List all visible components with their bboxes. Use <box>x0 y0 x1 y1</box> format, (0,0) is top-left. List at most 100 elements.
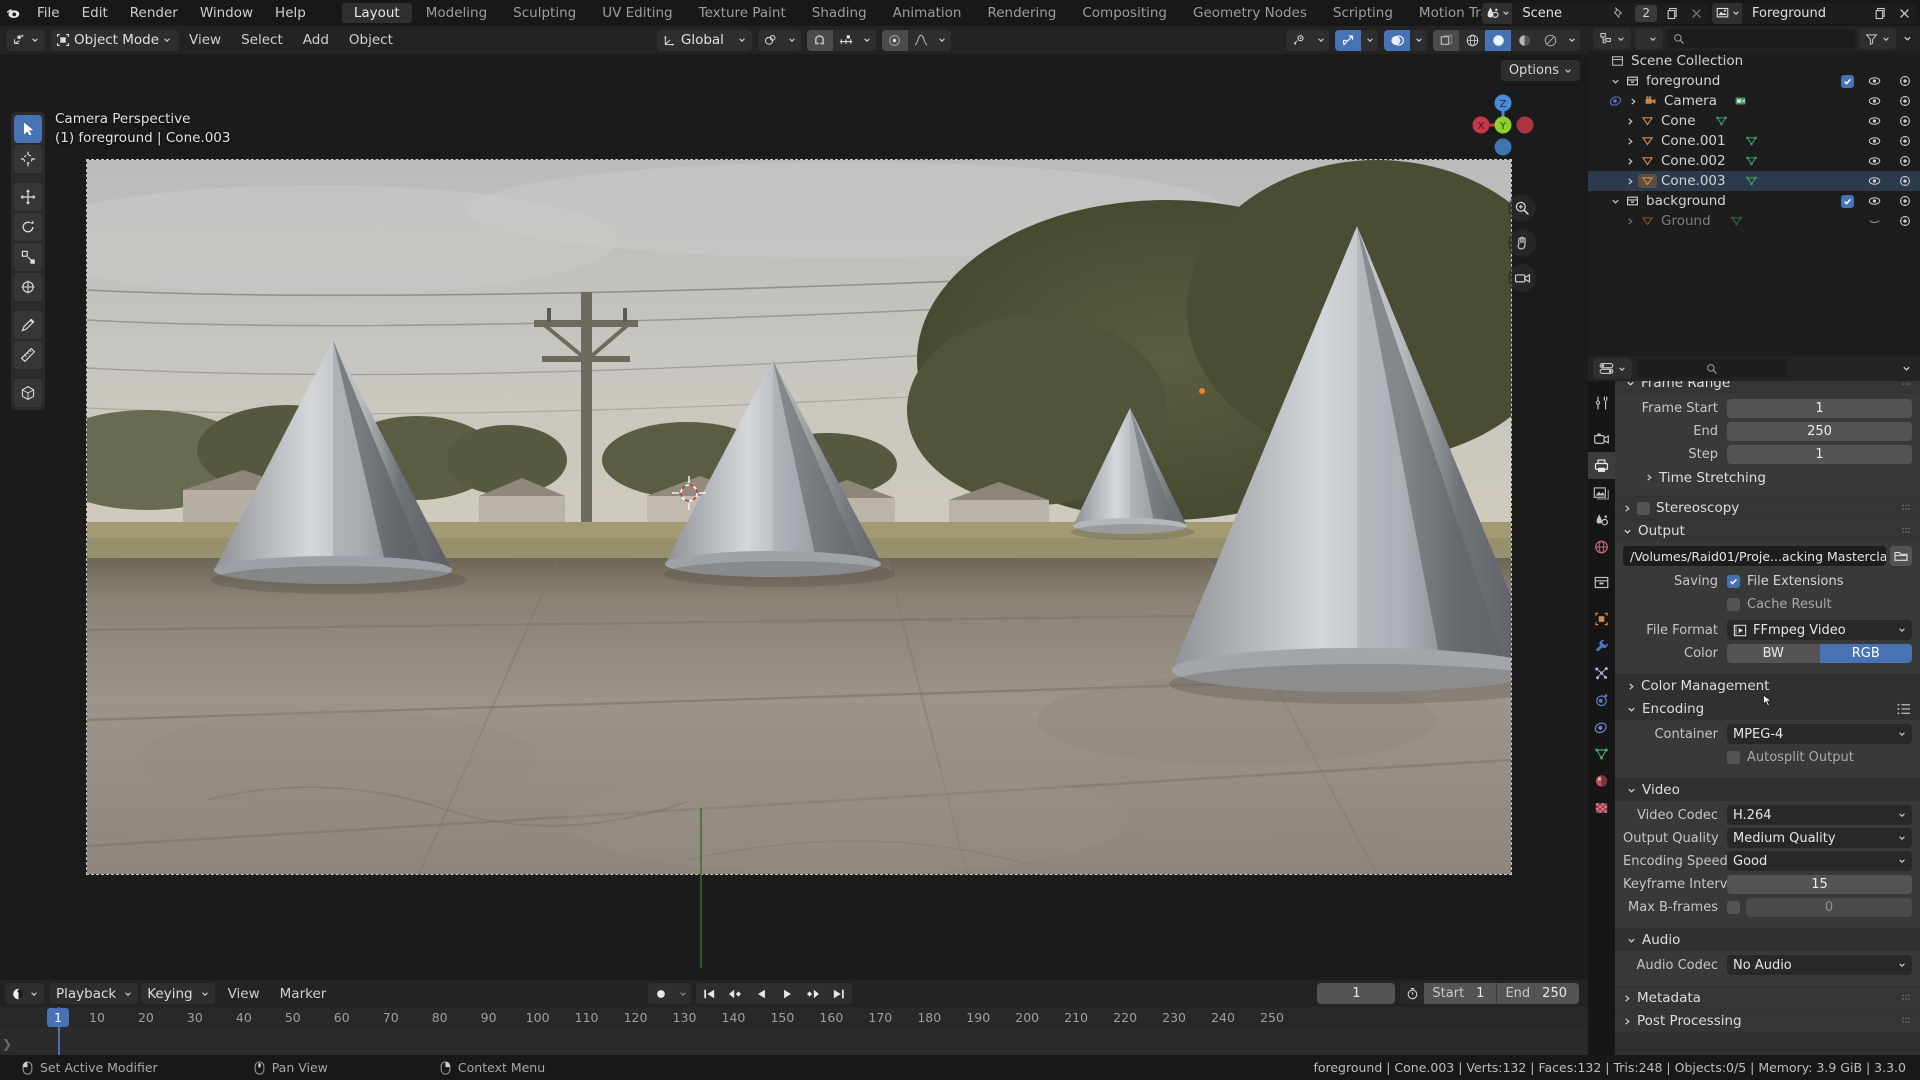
output-path-field[interactable]: /Volumes/Raid01/Proje...acking Mastercla… <box>1623 546 1886 566</box>
timeline-editor-icon[interactable] <box>5 983 44 1004</box>
pivot-point-icon[interactable] <box>757 29 784 51</box>
menu-window[interactable]: Window <box>189 0 264 26</box>
view-layer-delete-button[interactable] <box>1892 2 1916 24</box>
render-visibility-icon[interactable] <box>1895 134 1914 148</box>
render-visibility-icon[interactable] <box>1895 214 1914 228</box>
visibility-eye-icon[interactable] <box>1865 154 1884 168</box>
pan-hand-icon[interactable] <box>1508 229 1536 257</box>
menu-file[interactable]: File <box>26 0 71 26</box>
tool-tab[interactable] <box>1588 389 1615 416</box>
color-mode-segment[interactable]: BW RGB <box>1727 643 1912 663</box>
outliner-row-foreground[interactable]: foreground <box>1588 71 1920 91</box>
pivot-point-selector[interactable] <box>757 29 801 51</box>
solid-shading-icon[interactable] <box>1485 29 1511 51</box>
tab-scripting[interactable]: Scripting <box>1321 3 1405 23</box>
viewport-menu-object[interactable]: Object <box>339 28 403 52</box>
panel-grip-icon[interactable] <box>1902 381 1912 387</box>
viewport-menu-add[interactable]: Add <box>293 28 339 52</box>
outliner-row-cone-001[interactable]: Cone.001 <box>1588 131 1920 151</box>
properties-editor-icon[interactable] <box>1593 358 1632 379</box>
particles-tab[interactable] <box>1588 659 1615 686</box>
video-codec-select[interactable]: H.264 <box>1727 805 1912 825</box>
outliner-search-input[interactable] <box>1667 29 1855 48</box>
viewport-gizmo-group[interactable] <box>1286 29 1329 51</box>
play-reverse-icon[interactable] <box>748 983 775 1004</box>
annotate-tool[interactable] <box>14 311 42 339</box>
wireframe-shading-icon[interactable] <box>1433 29 1459 51</box>
timeline-body[interactable]: 10 20 30 40 50 60 70 80 90 100 110 120 130 140 150 160 1… <box>0 1007 1588 1055</box>
audio-codec-select[interactable]: No Audio <box>1727 955 1912 975</box>
outliner-row-scene-collection[interactable]: Scene Collection <box>1588 51 1920 71</box>
color-bw-option[interactable]: BW <box>1727 643 1820 663</box>
menu-render[interactable]: Render <box>119 0 189 26</box>
render-visibility-icon[interactable] <box>1895 74 1914 88</box>
scene-tab[interactable] <box>1588 506 1615 533</box>
3d-viewport[interactable]: Object Mode View Select Add Object Globa… <box>0 26 1588 980</box>
visibility-eye-icon[interactable] <box>1865 194 1884 208</box>
visibility-eye-icon[interactable] <box>1865 94 1884 108</box>
xray-group[interactable] <box>1384 29 1427 51</box>
use-preview-range-icon[interactable] <box>1400 983 1425 1004</box>
timeline-menu-marker[interactable]: Marker <box>270 982 337 1006</box>
solid-wire-icon[interactable] <box>1459 29 1485 51</box>
frame-end-field[interactable]: 250 <box>1727 421 1912 441</box>
falloff-curve-icon[interactable] <box>907 29 934 51</box>
viewport-options-button[interactable]: Options <box>1500 60 1580 81</box>
panel-grip-icon[interactable] <box>1902 994 1912 1002</box>
falloff-chevron-down-icon[interactable] <box>933 29 951 51</box>
rendered-shading-icon[interactable] <box>1537 29 1563 51</box>
tab-texture-paint[interactable]: Texture Paint <box>687 3 798 23</box>
timeline-editor[interactable]: Playback Keying View Marker 1 Start 1 En… <box>0 980 1588 1055</box>
render-visibility-icon[interactable] <box>1895 194 1914 208</box>
properties-search-input[interactable] <box>1637 359 1787 378</box>
shading-mode-group[interactable] <box>1433 29 1580 51</box>
properties-chevron-down-icon[interactable] <box>1902 364 1915 373</box>
outliner-row-cone-002[interactable]: Cone.002 <box>1588 151 1920 171</box>
jump-next-keyframe-icon[interactable] <box>800 983 827 1004</box>
file-format-select[interactable]: FFmpeg Video <box>1727 620 1912 640</box>
data-tab[interactable] <box>1588 740 1615 767</box>
move-tool[interactable] <box>14 183 42 211</box>
outliner-row-cone[interactable]: Cone <box>1588 111 1920 131</box>
render-tab[interactable] <box>1588 425 1615 452</box>
add-cube-tool[interactable] <box>14 379 42 407</box>
tab-compositing[interactable]: Compositing <box>1070 3 1179 23</box>
autosplit-checkbox[interactable] <box>1727 750 1740 764</box>
max-bframes-checkbox[interactable] <box>1727 900 1740 914</box>
max-bframes-field[interactable]: 0 <box>1746 897 1912 917</box>
properties-body[interactable]: Frame Range Frame Start 1 End 250 Step 1 <box>1615 381 1920 1055</box>
material-preview-icon[interactable] <box>1511 29 1537 51</box>
overlays-chevron-down-icon[interactable] <box>1361 29 1378 51</box>
snap-chevron-down-icon[interactable] <box>858 29 876 51</box>
tab-geometry-nodes[interactable]: Geometry Nodes <box>1181 3 1319 23</box>
view-layer-name[interactable]: Foreground <box>1742 2 1868 24</box>
chevron-down-icon[interactable] <box>1607 197 1623 206</box>
cache-result-checkbox-row[interactable]: Cache Result <box>1727 597 1832 612</box>
tab-rendering[interactable]: Rendering <box>975 3 1068 23</box>
rotate-tool[interactable] <box>14 213 42 241</box>
tab-animation[interactable]: Animation <box>881 3 974 23</box>
jump-prev-keyframe-icon[interactable] <box>722 983 749 1004</box>
encoding-header[interactable]: Encoding <box>1615 694 1920 720</box>
view-layer-tab[interactable] <box>1588 479 1615 506</box>
playback-menu[interactable]: Playback <box>50 983 139 1004</box>
scene-icon[interactable] <box>1482 2 1513 24</box>
time-stretching-subpanel[interactable]: Time Stretching <box>1623 467 1912 488</box>
transform-orientation-selector[interactable]: Global <box>656 29 752 51</box>
outliner-editor-type-icon[interactable] <box>1593 28 1631 49</box>
auto-keying-chevron-down-icon[interactable] <box>674 983 692 1004</box>
pivot-point-chevron-down-icon[interactable] <box>783 29 801 51</box>
stereoscopy-header[interactable]: Stereoscopy <box>1615 497 1920 519</box>
render-visibility-icon[interactable] <box>1895 114 1914 128</box>
scene-new-button[interactable] <box>1660 2 1684 24</box>
texture-tab[interactable] <box>1588 794 1615 821</box>
material-tab[interactable] <box>1588 767 1615 794</box>
proportional-edit-icon[interactable] <box>881 29 908 51</box>
editor-type-3dview-icon[interactable] <box>6 29 45 51</box>
outliner-row-cone-003[interactable]: Cone.003 <box>1588 171 1920 191</box>
output-tab[interactable] <box>1588 452 1615 479</box>
visibility-eye-icon[interactable] <box>1865 214 1884 228</box>
video-header[interactable]: Video <box>1615 779 1920 801</box>
encoding-speed-select[interactable]: Good <box>1727 851 1912 871</box>
output-header[interactable]: Output <box>1615 520 1920 542</box>
